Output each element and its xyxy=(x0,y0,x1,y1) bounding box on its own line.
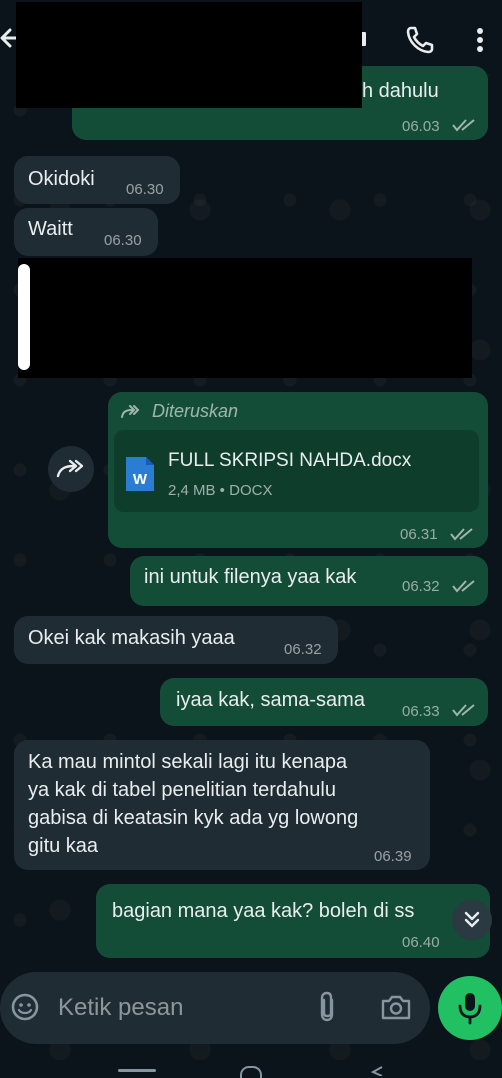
message-text-line: ya kak di tabel penelitian terdahulu xyxy=(28,779,336,801)
message-time: 06.32 xyxy=(284,641,322,658)
svg-text:W: W xyxy=(133,471,148,488)
document-name: FULL SKRIPSI NAHDA.docx xyxy=(168,450,412,471)
chevrons-down-icon xyxy=(464,911,480,928)
recents-button[interactable] xyxy=(118,1069,156,1072)
more-vert-icon[interactable] xyxy=(470,24,490,56)
message-time: 06.39 xyxy=(374,848,412,865)
message-text-line: Ka mau mintol sekali lagi itu kenapa xyxy=(28,751,348,773)
message-input[interactable]: Ketik pesan xyxy=(58,994,183,1022)
document-meta: 2,4 MB • DOCX xyxy=(168,482,273,499)
read-ticks-icon xyxy=(452,119,475,132)
message-text: ini untuk filenya yaa kak xyxy=(144,566,357,588)
message-text: Okei kak makasih yaaa xyxy=(28,627,235,649)
forwarded-icon xyxy=(121,405,140,418)
message-text: iyaa kak, sama-sama xyxy=(176,689,365,711)
sticker-icon[interactable] xyxy=(10,992,40,1022)
redacted-message xyxy=(18,258,472,378)
camera-icon[interactable] xyxy=(380,993,412,1021)
message-time: 06.03 xyxy=(402,118,440,135)
message-text: bagian mana yaa kak? boleh di ss xyxy=(112,900,415,922)
message-time: 06.40 xyxy=(402,934,440,951)
phone-icon[interactable] xyxy=(404,24,436,56)
read-ticks-icon xyxy=(452,704,475,717)
message-time: 06.33 xyxy=(402,703,440,720)
forwarded-label: Diteruskan xyxy=(152,401,239,421)
scroll-to-bottom-button[interactable] xyxy=(452,900,492,940)
message-text: Waitt xyxy=(28,218,73,240)
word-document-icon: W xyxy=(126,457,154,491)
redacted-quote-bar xyxy=(18,264,30,370)
mic-icon xyxy=(458,993,482,1025)
contact-info-redacted[interactable] xyxy=(16,2,362,108)
forward-icon xyxy=(56,459,84,478)
message-time: 06.32 xyxy=(402,578,440,595)
message-text: h dahulu xyxy=(362,80,439,102)
message-text-line: gabisa di keatasin kyk ada yg lowong xyxy=(28,807,359,829)
message-time: 06.31 xyxy=(400,526,438,543)
message-text-line: gitu kaa xyxy=(28,835,99,857)
read-ticks-icon xyxy=(452,580,475,593)
home-button[interactable] xyxy=(240,1066,262,1078)
system-back-icon[interactable] xyxy=(370,1066,384,1076)
message-time: 06.30 xyxy=(126,181,164,198)
read-ticks-icon xyxy=(450,528,473,541)
message-time: 06.30 xyxy=(104,232,142,249)
paperclip-icon[interactable] xyxy=(316,990,338,1024)
message-text: Okidoki xyxy=(28,168,95,190)
